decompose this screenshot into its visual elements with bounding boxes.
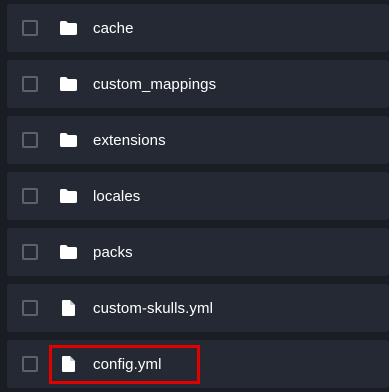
file-name[interactable]: cache: [93, 20, 134, 37]
file-name[interactable]: packs: [93, 244, 133, 261]
row-checkbox[interactable]: [22, 244, 38, 260]
file-name[interactable]: custom_mappings: [93, 76, 216, 93]
folder-icon: [59, 131, 77, 149]
list-item-file[interactable]: custom-skulls.yml: [7, 284, 389, 332]
list-item-folder[interactable]: locales: [7, 172, 389, 220]
folder-icon: [59, 19, 77, 37]
list-item-folder[interactable]: custom_mappings: [7, 60, 389, 108]
folder-icon: [59, 75, 77, 93]
list-item-folder[interactable]: extensions: [7, 116, 389, 164]
file-icon: [59, 299, 77, 317]
file-name[interactable]: extensions: [93, 132, 166, 149]
row-checkbox[interactable]: [22, 188, 38, 204]
row-checkbox[interactable]: [22, 356, 38, 372]
file-name[interactable]: config.yml: [93, 356, 162, 373]
folder-icon: [59, 187, 77, 205]
row-checkbox[interactable]: [22, 76, 38, 92]
file-list: cache custom_mappings extensions locales…: [0, 0, 389, 392]
list-item-folder[interactable]: cache: [7, 4, 389, 52]
row-checkbox[interactable]: [22, 132, 38, 148]
row-checkbox[interactable]: [22, 300, 38, 316]
file-name[interactable]: locales: [93, 188, 140, 205]
list-item-file[interactable]: config.yml: [7, 340, 389, 388]
file-name[interactable]: custom-skulls.yml: [93, 300, 213, 317]
folder-icon: [59, 243, 77, 261]
file-icon: [59, 355, 77, 373]
row-checkbox[interactable]: [22, 20, 38, 36]
list-item-folder[interactable]: packs: [7, 228, 389, 276]
